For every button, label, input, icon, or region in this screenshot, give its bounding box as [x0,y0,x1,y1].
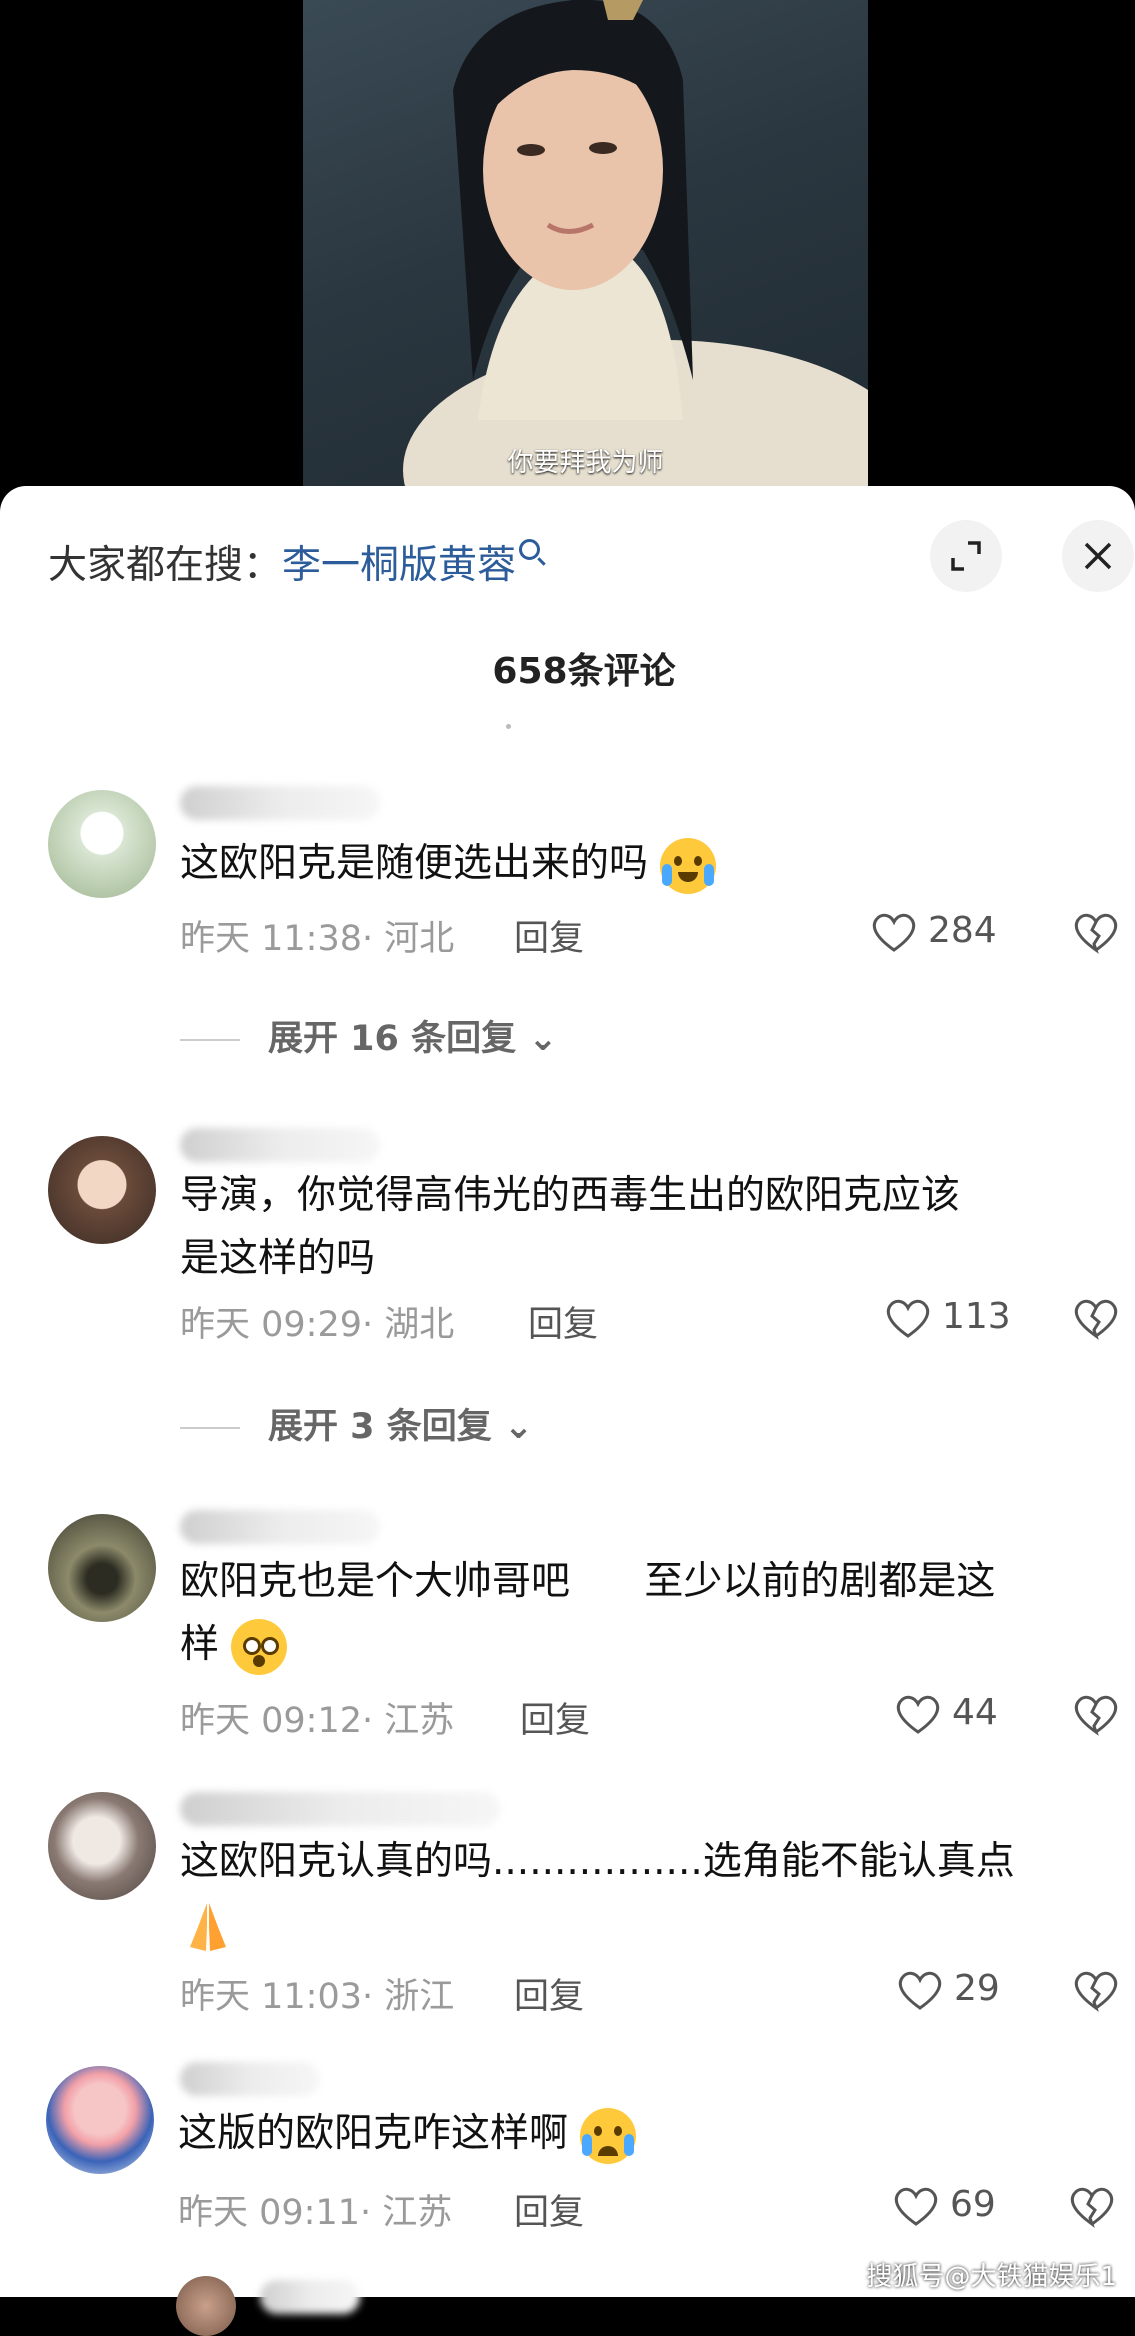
comment-sheet: 大家都在搜：李一桐版黄蓉 658条评论 这欧阳克是随便选出来的吗 昨天 11:3… [0,486,1135,2336]
like-count: 29 [954,1968,1000,2009]
username-blurred[interactable] [180,786,380,820]
like-heart-icon[interactable] [892,2184,940,2228]
crying-laughing-emoji-icon [660,837,717,894]
search-term-link[interactable]: 李一桐版黄蓉 [282,543,516,588]
avatar[interactable] [48,1514,156,1622]
avatar[interactable] [46,2066,154,2174]
praying-hands-emoji-icon [190,1902,226,1951]
username-blurred[interactable] [260,2280,360,2314]
avatar[interactable] [48,1136,156,1244]
expand-replies-button[interactable]: 展开 16 条回复 ⌄ [180,1010,558,1061]
like-heart-icon[interactable] [896,1968,944,2012]
comment-text: 导演，你觉得高伟光的西毒生出的欧阳克应该 是这样的吗 [180,1164,1095,1290]
username-blurred[interactable] [180,1510,380,1544]
like-count: 284 [928,910,997,951]
search-icon [519,539,541,560]
comment-meta: 昨天 09:29· 湖北 [180,1296,454,1347]
comment-location: · 浙江 [362,1977,455,2017]
avatar[interactable] [48,1792,156,1900]
comment-location: · 湖北 [362,1305,455,1345]
video-frame: 你要拜我为师 [303,0,868,490]
avatar[interactable] [176,2276,236,2336]
chevron-down-icon: ⌄ [491,1407,534,1447]
dislike-broken-heart-icon[interactable] [1072,1968,1120,2012]
close-icon [1084,542,1112,570]
video-still-image [403,0,868,490]
comment-count-title: 658条评论 [492,651,676,692]
comment-text: 这欧阳克认真的吗.................选角能不能认真点 [180,1830,1095,1957]
comment-meta: 昨天 11:38· 河北 [180,910,454,961]
dislike-broken-heart-icon[interactable] [1068,2184,1116,2228]
comment-time: 昨天 09:12 [180,1701,362,1741]
like-heart-icon[interactable] [884,1296,932,1340]
divider-line [180,1427,240,1429]
comment-meta: 昨天 11:03· 浙江 [180,1968,454,2019]
comment-location: · 河北 [362,919,455,959]
comment-text: 这欧阳克是随便选出来的吗 [180,832,1095,895]
comment-text-content: 这版的欧阳克咋这样啊 [178,2111,569,2156]
comment-text: 这版的欧阳克咋这样啊 [178,2102,1095,2165]
comment-text-line: 样 [180,1622,220,1667]
username-blurred[interactable] [180,1128,380,1162]
dislike-broken-heart-icon[interactable] [1072,1296,1120,1340]
like-count: 44 [952,1692,998,1733]
reply-button[interactable]: 回复 [514,1968,584,2019]
reply-button[interactable]: 回复 [514,2184,584,2235]
close-button[interactable] [1062,520,1134,592]
reply-button[interactable]: 回复 [514,910,584,961]
divider-line [180,1039,240,1041]
scroll-indicator [506,724,511,729]
comment-location: · 江苏 [362,1701,455,1741]
username-blurred[interactable] [180,2062,320,2096]
expand-icon [951,541,981,571]
reply-button[interactable]: 回复 [520,1692,590,1743]
comment-text-line: 导演，你觉得高伟光的西毒生出的欧阳克应该 [180,1173,961,1218]
avatar[interactable] [48,790,156,898]
like-heart-icon[interactable] [870,910,918,954]
comment-meta: 昨天 09:11· 江苏 [178,2184,452,2235]
expand-button[interactable] [930,520,1002,592]
crying-face-emoji-icon [580,2107,637,2164]
comment-time: 昨天 11:03 [180,1977,362,2017]
comment-text-content: 这欧阳克是随便选出来的吗 [180,841,649,886]
video-subtitle: 你要拜我为师 [507,448,664,478]
comment-text-line: 是这样的吗 [180,1236,376,1281]
comment-time: 昨天 09:29 [180,1305,362,1345]
trending-search-bar: 大家都在搜：李一桐版黄蓉 [48,534,541,590]
username-blurred[interactable] [180,1792,500,1826]
flushed-face-emoji-icon [231,1618,288,1675]
dislike-broken-heart-icon[interactable] [1072,910,1120,954]
expand-replies-button[interactable]: 展开 3 条回复 ⌄ [180,1398,533,1449]
comment-text-line: 欧阳克也是个大帅哥吧 至少以前的剧都是这 [180,1559,996,1604]
like-count: 69 [950,2184,996,2225]
search-prefix: 大家都在搜： [48,543,283,588]
comment-text: 欧阳克也是个大帅哥吧 至少以前的剧都是这 样 [180,1550,1095,1676]
watermark: 搜狐号@大铁猫娱乐1 [866,2262,1117,2292]
like-heart-icon[interactable] [894,1692,942,1736]
chevron-down-icon: ⌄ [516,1019,558,1059]
comment-time: 昨天 09:11 [178,2193,360,2233]
video-player[interactable]: 你要拜我为师 [0,0,1135,490]
reply-button[interactable]: 回复 [528,1296,598,1347]
comment-time: 昨天 11:38 [180,919,362,959]
comment-meta: 昨天 09:12· 江苏 [180,1692,454,1743]
expand-replies-label: 展开 3 条回复 [268,1407,492,1447]
dislike-broken-heart-icon[interactable] [1072,1692,1120,1736]
comment-location: · 江苏 [360,2193,453,2233]
expand-replies-label: 展开 16 条回复 [268,1019,517,1059]
like-count: 113 [942,1296,1011,1337]
comment-text-line: 这欧阳克认真的吗.................选角能不能认真点 [180,1839,1015,1884]
